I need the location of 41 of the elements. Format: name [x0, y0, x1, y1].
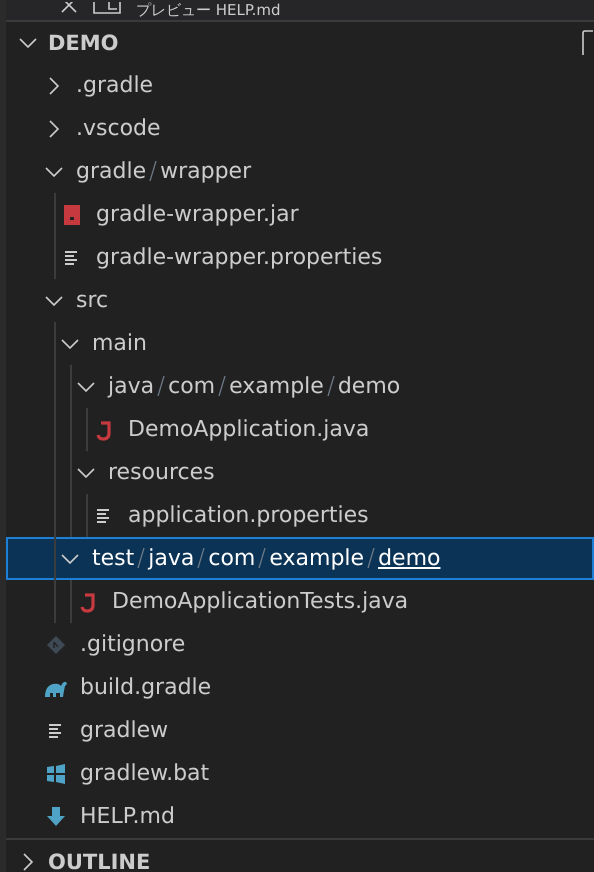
file-name: gradle-wrapper.jar	[96, 202, 299, 227]
down-arrow-icon	[44, 804, 68, 828]
file-name: .gitignore	[80, 632, 186, 657]
file-item[interactable]: gradle-wrapper.jar	[6, 193, 594, 236]
file-name: gradlew	[80, 718, 168, 743]
path-separator-icon	[137, 548, 146, 568]
folder-item[interactable]: java com example demo	[6, 365, 594, 408]
file-item[interactable]: HELP.md	[6, 795, 594, 838]
path-separator-icon	[157, 376, 166, 396]
folder-item[interactable]: main	[6, 322, 594, 365]
path-separator-icon	[258, 548, 266, 568]
file-item[interactable]: gradle-wrapper.properties	[6, 236, 594, 279]
folder-item[interactable]: test java com example demo	[6, 537, 594, 580]
file-item[interactable]: gradlew.bat	[6, 752, 594, 795]
file-item[interactable]: DemoApplication.java	[6, 408, 594, 451]
path-separator-icon	[218, 376, 226, 396]
preview-icon	[92, 2, 122, 16]
folder-item[interactable]: .gradle	[6, 64, 594, 107]
file-name: DemoApplicationTests.java	[112, 589, 408, 614]
file-item[interactable]: application.properties	[6, 494, 594, 537]
path-separator-icon	[367, 548, 376, 568]
path-separator-icon	[326, 376, 335, 396]
file-item[interactable]: gradlew	[6, 709, 594, 752]
file-name: HELP.md	[80, 804, 175, 829]
file-name: application.properties	[128, 503, 369, 528]
file-name: DemoApplication.java	[128, 417, 370, 442]
file-name: build.gradle	[80, 675, 212, 700]
file-name: gradlew.bat	[80, 761, 210, 786]
path-separator-icon	[149, 161, 158, 181]
file-item[interactable]: build.gradle	[6, 666, 594, 709]
path-separator-icon	[197, 548, 206, 568]
section-header[interactable]: DEMO	[6, 22, 594, 64]
folder-item[interactable]: .vscode	[6, 107, 594, 150]
file-item[interactable]: DemoApplicationTests.java	[6, 580, 594, 623]
folder-item[interactable]: resources	[6, 451, 594, 494]
file-item[interactable]: .gitignore	[6, 623, 594, 666]
folder-item[interactable]: gradle wrapper	[6, 150, 594, 193]
windows-icon	[44, 762, 68, 786]
file-name: gradle-wrapper.properties	[96, 245, 382, 270]
section-header[interactable]: OUTLINE	[6, 838, 594, 872]
folder-item[interactable]: src	[6, 279, 594, 322]
